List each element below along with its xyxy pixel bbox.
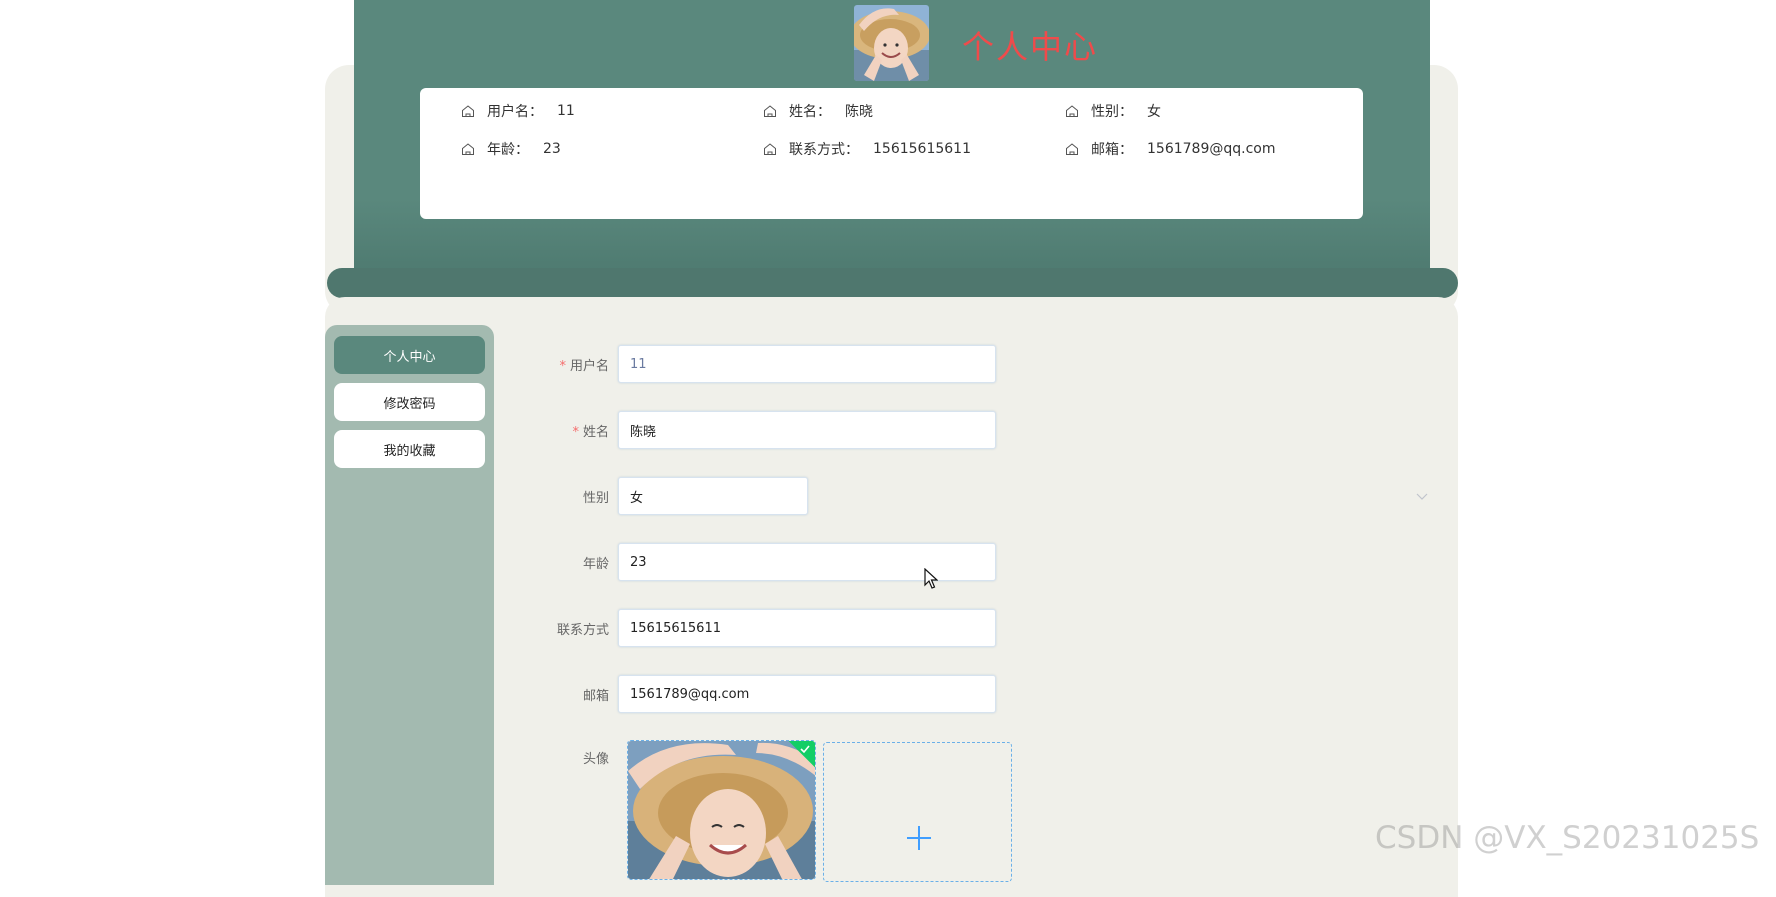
home-icon	[1066, 143, 1078, 155]
sidebar-item-change-password[interactable]: 修改密码	[334, 383, 485, 421]
plus-icon	[907, 826, 931, 850]
required-mark: *	[572, 424, 579, 440]
info-label: 年龄：	[487, 142, 529, 158]
gender-select[interactable]: 女	[618, 477, 808, 515]
header-scroll-roll	[327, 268, 1458, 298]
info-value: 23	[543, 141, 561, 157]
sidebar-item-profile[interactable]: 个人中心	[334, 336, 485, 374]
avatar-upload-button[interactable]	[823, 742, 1012, 882]
home-icon	[764, 105, 776, 117]
info-label: 邮箱：	[1091, 142, 1133, 158]
phone-value: 15615615611	[630, 620, 721, 636]
info-label: 姓名：	[789, 104, 831, 120]
username-label: * 用户名	[520, 355, 618, 374]
form-row-username: * 用户名 11	[520, 345, 996, 383]
avatar-label: 头像	[582, 752, 609, 767]
email-value: 1561789@qq.com	[630, 686, 750, 702]
home-icon	[1066, 105, 1078, 117]
header-avatar	[854, 5, 929, 81]
info-value: 15615615611	[873, 141, 971, 157]
form-row-email: 邮箱 1561789@qq.com	[520, 675, 996, 713]
info-value: 女	[1147, 104, 1161, 120]
info-label: 性别：	[1091, 104, 1133, 120]
info-value: 1561789@qq.com	[1147, 141, 1276, 157]
gender-label: 性别	[582, 490, 609, 506]
form-row-avatar: 头像	[520, 741, 618, 779]
email-field[interactable]: 1561789@qq.com	[618, 675, 996, 713]
age-label: 年龄	[582, 556, 609, 572]
info-email: 邮箱： 1561789@qq.com	[1065, 139, 1275, 159]
name-field[interactable]: 陈晓	[618, 411, 996, 449]
avatar-photo-icon	[854, 5, 929, 81]
form-row-name: * 姓名 陈晓	[520, 411, 996, 449]
info-username: 用户名： 11	[461, 101, 575, 121]
chevron-down-icon[interactable]	[1416, 490, 1428, 502]
form-row-gender: 性别 女	[520, 477, 808, 515]
phone-label: 联系方式	[556, 622, 609, 638]
home-icon	[462, 143, 474, 155]
avatar-photo-icon	[628, 741, 815, 879]
age-field[interactable]: 23	[618, 543, 996, 581]
check-icon	[800, 745, 810, 754]
uploaded-avatar-thumbnail[interactable]	[627, 740, 816, 880]
info-value: 陈晓	[845, 104, 873, 120]
username-field[interactable]: 11	[618, 345, 996, 383]
required-mark: *	[559, 358, 566, 374]
sidebar-item-favorites[interactable]: 我的收藏	[334, 430, 485, 468]
name-label: * 姓名	[520, 421, 618, 440]
username-label-text: 用户名	[569, 358, 609, 374]
mouse-cursor-icon	[924, 568, 938, 589]
page-title: 个人中心	[962, 28, 1099, 66]
home-icon	[764, 143, 776, 155]
gender-value: 女	[630, 490, 644, 506]
form-row-phone: 联系方式 15615615611	[520, 609, 996, 647]
username-value: 11	[630, 356, 647, 372]
email-label: 邮箱	[582, 688, 609, 704]
info-gender: 性别： 女	[1065, 101, 1161, 121]
info-name: 姓名： 陈晓	[763, 101, 873, 121]
watermark: CSDN @VX_S20231025S	[1375, 820, 1760, 856]
home-icon	[462, 105, 474, 117]
info-value: 11	[557, 103, 575, 119]
info-label: 联系方式：	[789, 142, 859, 158]
info-label: 用户名：	[487, 104, 543, 120]
name-value: 陈晓	[630, 424, 657, 440]
info-phone: 联系方式： 15615615611	[763, 139, 971, 159]
page: 个人中心 用户名： 11 姓名： 陈晓 性别： 女 年龄： 23 联系方式： 1…	[0, 0, 1776, 897]
age-value: 23	[630, 554, 647, 570]
name-label-text: 姓名	[582, 424, 609, 440]
info-age: 年龄： 23	[461, 139, 561, 159]
phone-field[interactable]: 15615615611	[618, 609, 996, 647]
